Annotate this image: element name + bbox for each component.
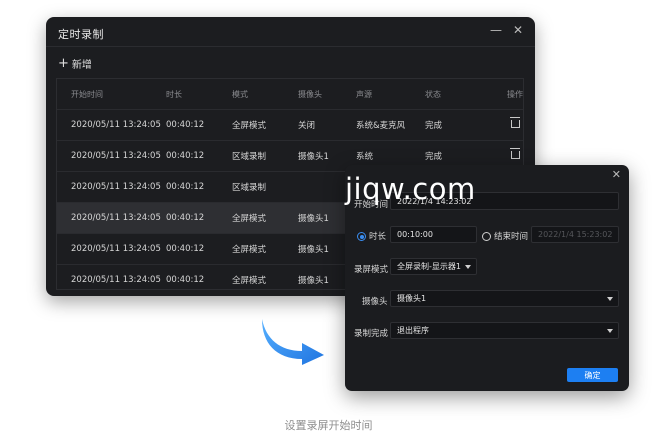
window-title: 定时录制 [58, 28, 104, 41]
column-header-action: 操作 [507, 89, 523, 99]
cell-start: 2020/05/11 13:24:05 [71, 120, 161, 130]
caption: 设置录屏开始时间 [284, 419, 373, 432]
mode-value: 全屏录制-显示器1 [397, 262, 461, 271]
cell-status: 完成 [425, 152, 443, 162]
cell-mode: 全屏模式 [232, 245, 267, 255]
cell-start: 2020/05/11 13:24:05 [71, 244, 161, 254]
cell-duration: 00:40:12 [166, 182, 205, 192]
cell-start: 2020/05/11 13:24:05 [71, 182, 161, 192]
finish-action-value: 退出程序 [397, 326, 429, 335]
camera-label: 摄像头 [362, 297, 388, 307]
duration-radio[interactable] [357, 232, 366, 241]
column-header-source: 声源 [356, 89, 372, 99]
cell-camera: 摄像头1 [298, 152, 329, 162]
table-header: 开始时间 时长 模式 摄像头 声源 状态 操作 [57, 79, 523, 109]
dialog-close-icon[interactable]: ✕ [612, 168, 621, 181]
cell-action [486, 148, 523, 162]
cell-action [486, 117, 523, 131]
plus-icon: + [58, 56, 69, 71]
end-time-field: 2022/1/4 15:23:02 [531, 226, 619, 243]
cell-camera: 关闭 [298, 121, 316, 131]
camera-select[interactable]: 摄像头1 [390, 290, 619, 307]
trash-icon[interactable] [510, 117, 520, 128]
cell-duration: 00:40:12 [166, 151, 205, 161]
duration-label: 时长 [369, 232, 387, 242]
chevron-down-icon [607, 328, 613, 333]
camera-value: 摄像头1 [397, 294, 427, 303]
end-time-radio[interactable] [482, 232, 491, 241]
cell-mode: 全屏模式 [232, 214, 267, 224]
cell-mode: 全屏模式 [232, 276, 267, 286]
cell-duration: 00:40:12 [166, 244, 205, 254]
end-time-value: 2022/1/4 15:23:02 [538, 230, 613, 239]
duration-field[interactable]: 00:10:00 [390, 226, 477, 243]
finish-action-select[interactable]: 退出程序 [390, 322, 619, 339]
column-header-camera: 摄像头 [298, 89, 322, 99]
curved-arrow-icon [262, 319, 324, 365]
table-row[interactable]: 2020/05/11 13:24:05 00:40:12 全屏模式 关闭 系统&麦克风 完… [57, 109, 523, 140]
column-header-mode: 模式 [232, 89, 248, 99]
column-header-start: 开始时间 [71, 89, 103, 99]
cell-source: 系统 [356, 152, 374, 162]
close-icon[interactable]: ✕ [513, 23, 523, 37]
ok-button[interactable]: 确定 [567, 368, 618, 382]
trash-icon[interactable] [510, 148, 520, 159]
mode-label: 录屏模式 [354, 265, 389, 275]
cell-duration: 00:40:12 [166, 275, 205, 285]
add-button[interactable]: + 新增 [58, 56, 92, 71]
watermark-text: jiqw.com [345, 172, 476, 206]
minimize-icon[interactable]: — [490, 23, 502, 37]
add-button-label: 新增 [71, 60, 92, 71]
chevron-down-icon [607, 296, 613, 301]
cell-mode: 区域录制 [232, 152, 267, 162]
title-divider [46, 46, 535, 47]
cell-start: 2020/05/11 13:24:05 [71, 151, 161, 161]
column-header-status: 状态 [425, 89, 441, 99]
mode-select[interactable]: 全屏录制-显示器1 [390, 258, 477, 275]
chevron-down-icon [465, 264, 471, 269]
cell-mode: 区域录制 [232, 183, 267, 193]
cell-duration: 00:40:12 [166, 120, 205, 130]
cell-duration: 00:40:12 [166, 213, 205, 223]
cell-source: 系统&麦克风 [356, 121, 406, 131]
cell-mode: 全屏模式 [232, 121, 267, 131]
finish-label: 录制完成 [354, 329, 389, 339]
end-time-label: 结束时间 [494, 232, 529, 242]
cell-status: 完成 [425, 121, 443, 131]
cell-start: 2020/05/11 13:24:05 [71, 275, 161, 285]
duration-value: 00:10:00 [397, 230, 433, 239]
column-header-duration: 时长 [166, 89, 182, 99]
cell-start: 2020/05/11 13:24:05 [71, 213, 161, 223]
